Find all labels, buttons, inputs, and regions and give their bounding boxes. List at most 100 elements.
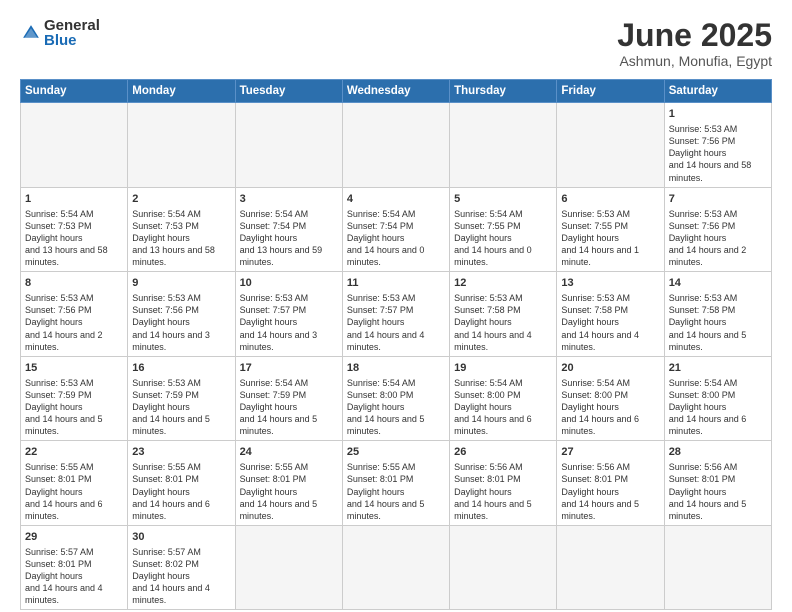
day-number: 1 (669, 107, 767, 122)
cell-details: Sunrise: 5:57 AMSunset: 8:01 PMDaylight … (25, 547, 103, 606)
weekday-header-wednesday: Wednesday (342, 80, 449, 103)
day-number: 13 (561, 276, 659, 291)
day-number: 25 (347, 445, 445, 460)
calendar-cell (557, 103, 664, 188)
day-number: 29 (25, 530, 123, 545)
cell-details: Sunrise: 5:53 AMSunset: 7:57 PMDaylight … (347, 293, 425, 352)
calendar-cell (235, 103, 342, 188)
calendar-cell (342, 525, 449, 610)
calendar-cell: 6Sunrise: 5:53 AMSunset: 7:55 PMDaylight… (557, 187, 664, 272)
calendar-cell: 1 Sunrise: 5:54 AMSunset: 7:53 PMDaylight… (21, 187, 128, 272)
calendar-cell: 29 Sunrise: 5:57 AMSunset: 8:01 PMDayligh… (21, 525, 128, 610)
month-title: June 2025 (617, 18, 772, 53)
calendar-cell: 17 Sunrise: 5:54 AMSunset: 7:59 PMDayligh… (235, 356, 342, 441)
day-number: 28 (669, 445, 767, 460)
calendar-cell: 21Sunrise: 5:54 AMSunset: 8:00 PMDayligh… (664, 356, 771, 441)
cell-details: Sunrise: 5:53 AMSunset: 7:56 PMDaylight … (669, 209, 747, 268)
day-number: 12 (454, 276, 552, 291)
cell-details: Sunrise: 5:54 AMSunset: 7:55 PMDaylight … (454, 209, 532, 268)
calendar-cell (450, 103, 557, 188)
calendar-week-row: 15 Sunrise: 5:53 AMSunset: 7:59 PMDayligh… (21, 356, 772, 441)
cell-details: Sunrise: 5:54 AMSunset: 7:53 PMDaylight … (25, 209, 108, 268)
calendar-cell: 26Sunrise: 5:56 AMSunset: 8:01 PMDayligh… (450, 441, 557, 526)
cell-details: Sunrise: 5:53 AMSunset: 7:56 PMDaylight … (132, 293, 210, 352)
calendar-week-row: 22 Sunrise: 5:55 AMSunset: 8:01 PMDayligh… (21, 441, 772, 526)
weekday-header-saturday: Saturday (664, 80, 771, 103)
day-number: 30 (132, 530, 230, 545)
calendar-cell (128, 103, 235, 188)
day-number: 8 (25, 276, 123, 291)
calendar-cell (557, 525, 664, 610)
cell-details: Sunrise: 5:53 AMSunset: 7:58 PMDaylight … (454, 293, 532, 352)
logo-icon (20, 22, 42, 44)
day-number: 10 (240, 276, 338, 291)
day-number: 15 (25, 361, 123, 376)
day-number: 2 (132, 192, 230, 207)
day-number: 19 (454, 361, 552, 376)
cell-details: Sunrise: 5:55 AMSunset: 8:01 PMDaylight … (25, 462, 103, 521)
calendar-cell (342, 103, 449, 188)
calendar-cell: 28 Sunrise: 5:56 AMSunset: 8:01 PMDayligh… (664, 441, 771, 526)
day-number: 3 (240, 192, 338, 207)
calendar-cell: 10 Sunrise: 5:53 AMSunset: 7:57 PMDayligh… (235, 272, 342, 357)
calendar-week-row: 29 Sunrise: 5:57 AMSunset: 8:01 PMDayligh… (21, 525, 772, 610)
calendar-cell: 12 Sunrise: 5:53 AMSunset: 7:58 PMDayligh… (450, 272, 557, 357)
day-number: 22 (25, 445, 123, 460)
day-number: 7 (669, 192, 767, 207)
day-number: 9 (132, 276, 230, 291)
calendar-cell: 4Sunrise: 5:54 AMSunset: 7:54 PMDaylight… (342, 187, 449, 272)
logo-blue: Blue (44, 33, 100, 48)
calendar-cell (235, 525, 342, 610)
day-number: 23 (132, 445, 230, 460)
day-number: 5 (454, 192, 552, 207)
cell-details: Sunrise: 5:53 AMSunset: 7:57 PMDaylight … (240, 293, 318, 352)
day-number: 21 (669, 361, 767, 376)
cell-details: Sunrise: 5:54 AMSunset: 8:00 PMDaylight … (454, 378, 532, 437)
weekday-header-row: SundayMondayTuesdayWednesdayThursdayFrid… (21, 80, 772, 103)
calendar-cell: 30 Sunrise: 5:57 AMSunset: 8:02 PMDayligh… (128, 525, 235, 610)
day-number: 17 (240, 361, 338, 376)
calendar-cell: 16 Sunrise: 5:53 AMSunset: 7:59 PMDayligh… (128, 356, 235, 441)
calendar-cell: 1 Sunrise: 5:53 AMSunset: 7:56 PMDaylight… (664, 103, 771, 188)
day-number: 16 (132, 361, 230, 376)
calendar-cell: 7 Sunrise: 5:53 AMSunset: 7:56 PMDaylight… (664, 187, 771, 272)
cell-details: Sunrise: 5:53 AMSunset: 7:56 PMDaylight … (25, 293, 103, 352)
day-number: 20 (561, 361, 659, 376)
cell-details: Sunrise: 5:53 AMSunset: 7:59 PMDaylight … (132, 378, 210, 437)
calendar-cell: 13Sunrise: 5:53 AMSunset: 7:58 PMDayligh… (557, 272, 664, 357)
cell-details: Sunrise: 5:53 AMSunset: 7:59 PMDaylight … (25, 378, 103, 437)
calendar-cell (664, 525, 771, 610)
location-subtitle: Ashmun, Monufia, Egypt (617, 53, 772, 69)
cell-details: Sunrise: 5:57 AMSunset: 8:02 PMDaylight … (132, 547, 210, 606)
calendar-cell: 22 Sunrise: 5:55 AMSunset: 8:01 PMDayligh… (21, 441, 128, 526)
logo: General Blue (20, 18, 100, 48)
calendar-week-row: 1 Sunrise: 5:53 AMSunset: 7:56 PMDaylight… (21, 103, 772, 188)
calendar-cell: 27Sunrise: 5:56 AMSunset: 8:01 PMDayligh… (557, 441, 664, 526)
calendar-cell: 2 Sunrise: 5:54 AMSunset: 7:53 PMDaylight… (128, 187, 235, 272)
calendar-cell: 9 Sunrise: 5:53 AMSunset: 7:56 PMDaylight… (128, 272, 235, 357)
calendar-cell: 5 Sunrise: 5:54 AMSunset: 7:55 PMDaylight… (450, 187, 557, 272)
cell-details: Sunrise: 5:56 AMSunset: 8:01 PMDaylight … (669, 462, 747, 521)
cell-details: Sunrise: 5:54 AMSunset: 7:53 PMDaylight … (132, 209, 215, 268)
logo-text: General Blue (44, 18, 100, 48)
calendar-cell: 20Sunrise: 5:54 AMSunset: 8:00 PMDayligh… (557, 356, 664, 441)
calendar-cell: 25Sunrise: 5:55 AMSunset: 8:01 PMDayligh… (342, 441, 449, 526)
weekday-header-friday: Friday (557, 80, 664, 103)
day-number: 24 (240, 445, 338, 460)
calendar-cell: 8 Sunrise: 5:53 AMSunset: 7:56 PMDaylight… (21, 272, 128, 357)
weekday-header-monday: Monday (128, 80, 235, 103)
cell-details: Sunrise: 5:53 AMSunset: 7:56 PMDaylight … (669, 124, 752, 183)
calendar-page: General Blue June 2025 Ashmun, Monufia, … (0, 0, 792, 612)
calendar-table: SundayMondayTuesdayWednesdayThursdayFrid… (20, 79, 772, 610)
weekday-header-tuesday: Tuesday (235, 80, 342, 103)
day-number: 14 (669, 276, 767, 291)
calendar-cell: 24Sunrise: 5:55 AMSunset: 8:01 PMDayligh… (235, 441, 342, 526)
calendar-cell: 11Sunrise: 5:53 AMSunset: 7:57 PMDayligh… (342, 272, 449, 357)
header: General Blue June 2025 Ashmun, Monufia, … (20, 18, 772, 69)
cell-details: Sunrise: 5:56 AMSunset: 8:01 PMDaylight … (454, 462, 532, 521)
cell-details: Sunrise: 5:53 AMSunset: 7:58 PMDaylight … (669, 293, 747, 352)
calendar-cell: 14 Sunrise: 5:53 AMSunset: 7:58 PMDayligh… (664, 272, 771, 357)
day-number: 27 (561, 445, 659, 460)
day-number: 1 (25, 192, 123, 207)
cell-details: Sunrise: 5:54 AMSunset: 7:59 PMDaylight … (240, 378, 318, 437)
